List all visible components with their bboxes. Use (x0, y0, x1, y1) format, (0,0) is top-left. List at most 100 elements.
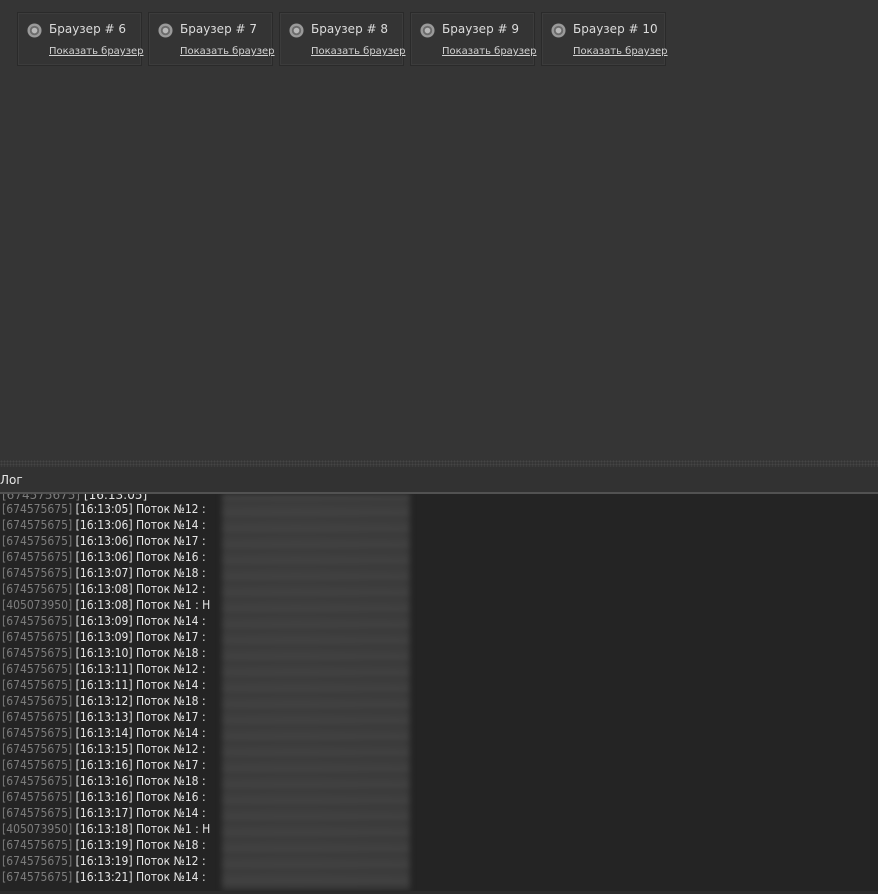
log-id: [674575675] (2, 582, 73, 596)
log-time: [16:13:08] (75, 582, 133, 596)
log-thread: Поток №18 : (136, 646, 206, 660)
log-id: [674575675] (2, 710, 73, 724)
log-time: [16:13:21] (75, 870, 133, 884)
log-id: [674575675] (2, 502, 73, 516)
log-time: [16:13:05] (75, 502, 133, 516)
log-time: [16:13:09] (75, 614, 133, 628)
log-time: [16:13:19] (75, 838, 133, 852)
browser-tile-6: Браузер # 6 Показать браузер (17, 12, 144, 66)
show-browser-link[interactable]: Показать браузер (311, 46, 406, 57)
log-id: [674575675] (2, 534, 73, 548)
log-thread: Поток №14 : (136, 806, 206, 820)
log-time: [16:13:07] (75, 566, 133, 580)
log-title: Лог (0, 473, 23, 487)
log-panel[interactable]: [674575675] [16:13:05] [674575675] [16:1… (0, 494, 878, 894)
log-time: [16:13:15] (75, 742, 133, 756)
browser-tile-9: Браузер # 9 Показать браузер (410, 12, 537, 66)
log-line: [674575675] [16:13:21] Поток №14 : (2, 869, 210, 885)
log-thread: Поток №18 : (136, 838, 206, 852)
log-line: [674575675] [16:13:14] Поток №14 : (2, 725, 210, 741)
log-line: [405073950] [16:13:18] Поток №1 : Н (2, 821, 210, 837)
log-thread: Поток №14 : (136, 726, 206, 740)
log-thread: Поток №12 : (136, 662, 206, 676)
log-line: [674575675] [16:13:11] Поток №12 : (2, 661, 210, 677)
log-id: [674575675] (2, 806, 73, 820)
panel-splitter[interactable] (0, 460, 878, 467)
show-browser-link[interactable]: Показать браузер (442, 46, 537, 57)
log-thread: Поток №18 : (136, 694, 206, 708)
log-line: [674575675] [16:13:09] Поток №14 : (2, 613, 210, 629)
browser-tile-10: Браузер # 10 Показать браузер (541, 12, 668, 66)
chrome-icon (158, 23, 173, 38)
log-time: [16:13:06] (75, 518, 133, 532)
log-line: [674575675] [16:13:09] Поток №17 : (2, 629, 210, 645)
log-line: [674575675] [16:13:06] Поток №16 : (2, 549, 210, 565)
log-id: [674575675] (2, 550, 73, 564)
log-line: [674575675] [16:13:06] Поток №17 : (2, 533, 210, 549)
log-line: [674575675] [16:13:08] Поток №12 : (2, 581, 210, 597)
log-thread: Поток №14 : (136, 518, 206, 532)
log-id: [674575675] (2, 646, 73, 660)
redacted-message-area (222, 494, 410, 890)
log-lines: [674575675] [16:13:05] Поток №12 : [67457… (2, 501, 210, 885)
log-line: [674575675] [16:13:07] Поток №18 : (2, 565, 210, 581)
log-time: [16:13:16] (75, 774, 133, 788)
log-time: [16:13:11] (75, 678, 133, 692)
log-id: [674575675] (2, 630, 73, 644)
log-id: [674575675] (2, 774, 73, 788)
log-line: [674575675] [16:13:16] Поток №18 : (2, 773, 210, 789)
log-id: [674575675] (2, 854, 73, 868)
browser-title: Браузер # 8 (311, 22, 389, 36)
browser-title: Браузер # 6 (49, 22, 127, 36)
log-time: [16:13:10] (75, 646, 133, 660)
browser-tile-7: Браузер # 7 Показать браузер (148, 12, 275, 66)
log-time: [16:13:18] (75, 822, 133, 836)
log-thread: Поток №1 : Н (136, 598, 211, 612)
log-thread: Поток №1 : Н (136, 822, 211, 836)
show-browser-link[interactable]: Показать браузер (49, 46, 144, 57)
log-line: [674575675] [16:13:16] Поток №17 : (2, 757, 210, 773)
log-header: Лог (0, 467, 878, 494)
log-line: [674575675] [16:13:13] Поток №17 : (2, 709, 210, 725)
log-id: [405073950] (2, 598, 73, 612)
log-thread: Поток №14 : (136, 614, 206, 628)
log-id: [674575675] (2, 518, 73, 532)
log-time: [16:13:06] (75, 550, 133, 564)
log-line: [674575675] [16:13:05] Поток №12 : (2, 501, 210, 517)
log-time: [16:13:16] (75, 758, 133, 772)
log-thread: Поток №14 : (136, 870, 206, 884)
log-thread: Поток №12 : (136, 854, 206, 868)
browser-title: Браузер # 7 (180, 22, 258, 36)
log-id: [674575675] (2, 662, 73, 676)
log-line: [405073950] [16:13:08] Поток №1 : Н (2, 597, 210, 613)
log-time: [16:13:14] (75, 726, 133, 740)
log-time: [16:13:06] (75, 534, 133, 548)
chrome-icon (289, 23, 304, 38)
log-thread: Поток №12 : (136, 582, 206, 596)
chrome-icon (551, 23, 566, 38)
log-thread: Поток №17 : (136, 630, 206, 644)
browser-title: Браузер # 9 (442, 22, 520, 36)
log-line: [674575675] [16:13:17] Поток №14 : (2, 805, 210, 821)
log-line: [674575675] [16:13:15] Поток №12 : (2, 741, 210, 757)
log-id: [674575675] (2, 870, 73, 884)
log-thread: Поток №16 : (136, 790, 206, 804)
log-id: [674575675] (2, 694, 73, 708)
log-thread: Поток №18 : (136, 566, 206, 580)
log-line: [674575675] [16:13:12] Поток №18 : (2, 693, 210, 709)
log-id: [674575675] (2, 678, 73, 692)
log-thread: Поток №16 : (136, 550, 206, 564)
show-browser-link[interactable]: Показать браузер (573, 46, 668, 57)
log-time: [16:13:11] (75, 662, 133, 676)
log-time: [16:13:19] (75, 854, 133, 868)
log-line: [674575675] [16:13:10] Поток №18 : (2, 645, 210, 661)
log-thread: Поток №17 : (136, 534, 206, 548)
log-id: [674575675] (2, 614, 73, 628)
log-id: [674575675] (2, 742, 73, 756)
show-browser-link[interactable]: Показать браузер (180, 46, 275, 57)
log-time: [16:13:13] (75, 710, 133, 724)
log-id: [405073950] (2, 822, 73, 836)
log-time: [16:13:08] (75, 598, 133, 612)
log-thread: Поток №18 : (136, 774, 206, 788)
log-thread: Поток №12 : (136, 502, 206, 516)
